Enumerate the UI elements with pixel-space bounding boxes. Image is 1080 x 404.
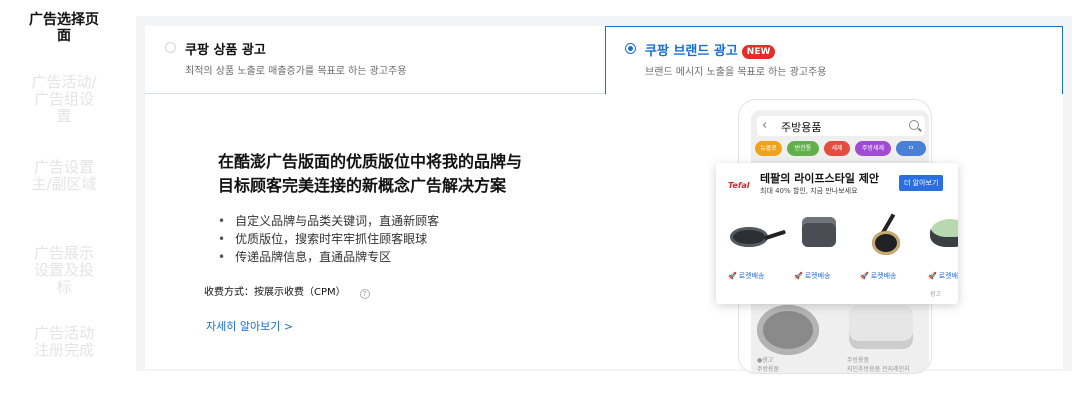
step-ad-setting-region: 广告设置主/副区域 [31,158,97,193]
phone-search-text: 주방용품 [781,121,822,134]
rocket-icon: 🚀 [928,272,937,280]
pot-set-image [802,217,836,247]
rocket-delivery-tag: 🚀로켓배송 [794,271,830,281]
category-chip: ㅁ [896,141,926,156]
feature-item: 优质版位，搜索时牢牢抓住顾客眼球 [218,230,439,248]
cookware-image [930,219,958,247]
brand-ad-title: 테팔의 라이프스타일 제안 [760,172,879,185]
help-icon[interactable]: ? [359,289,370,299]
rocket-delivery-tag: 🚀로켓배송 [860,271,896,281]
rocket-icon: 🚀 [794,272,803,280]
headline-line-1: 在酷澎广告版面的优质版位中将我的品牌与 [218,152,523,171]
tab-brand-title-text: 쿠팡 브랜드 광고 [645,44,738,59]
rocket-icon: 🚀 [860,272,869,280]
step-campaign-adgroup: 广告活动/广告组设置 [31,73,97,125]
product-image [757,305,819,355]
category-chip: 세제 [824,141,850,156]
headline-line-2: 目标顾客完美连接的新概念广告解决方案 [218,176,507,195]
phone-search-bar: ‹ 주방용품 [757,116,925,136]
category-chip: 뉴몰로 [755,141,782,156]
brand-more-button[interactable]: 더 알아보기 [899,175,944,191]
step-nav: 广告选择页面 广告活动/广告组设置 广告设置主/副区域 广告展示设置及投标 广告… [0,0,128,404]
rocket-delivery-tag: 🚀로켓배송 [728,271,764,281]
brand-ad-subtitle: 최대 40% 할인, 지금 만나보세요 [760,187,858,195]
new-badge: NEW [741,45,776,59]
product-image [856,209,914,269]
back-icon: ‹ [762,118,768,133]
brand-ad-preview: Tefal 테팔의 라이프스타일 제안 최대 40% 할인, 지금 만나보세요 … [716,163,958,304]
caption-line: 주방용품 [757,366,780,373]
category-chip: 주방세제 [855,141,891,156]
brand-logo: Tefal [728,181,750,190]
product-caption: 주방용품 지인추방용품 전지레인지 [847,356,910,373]
caption-line: 지인추방용품 전지레인지 [847,366,910,373]
search-icon [909,120,919,130]
feature-item: 自定义品牌与品类关键词，直通新顾客 [218,212,439,230]
rocket-delivery-label: 로켓배송 [938,272,958,280]
product-image [849,305,913,349]
product-image [726,209,787,269]
pan-handle [763,229,787,241]
rocket-delivery-tag: 🚀로켓배송 [928,271,958,281]
tab-brand-ads[interactable]: 쿠팡 브랜드 광고 NEW 브랜드 메시지 노출을 목표로 하는 광고주용 [605,26,1063,94]
tab-brand-title: 쿠팡 브랜드 광고 NEW [645,40,776,59]
ad-tag: 광고 [930,291,942,298]
step-ad-selection: 广告选择页面 [29,12,99,44]
product-image [790,209,848,269]
radio-brand-ads[interactable] [625,43,636,54]
tab-brand-subtitle: 브랜드 메시지 노출을 목표로 하는 광고주용 [645,67,827,78]
caption-line: 주방용품 [847,357,870,364]
caption-line: ●광고 [757,357,774,364]
fee-method-text: 收费方式：按展示收费（CPM） [204,287,346,298]
product-caption: ●광고 주방용품 [757,356,780,373]
headline: 在酷澎广告版面的优质版位中将我的品牌与 目标顾客完美连接的新概念广告解决方案 [218,150,522,198]
rocket-icon: 🚀 [728,272,737,280]
feature-item: 传递品牌信息，直通品牌专区 [218,248,439,266]
radio-product-ads[interactable] [165,42,176,53]
product-image [920,209,958,269]
tab-product-subtitle: 최적의 상품 노출로 매출증가를 목표로 하는 광고주용 [185,66,407,77]
step-registration-complete: 广告活动注册完成 [33,324,94,359]
frying-pan-image [872,231,900,255]
learn-more-link[interactable]: 자세히 알아보기 > [206,318,293,334]
category-chip: 반찬통 [787,141,819,156]
tab-product-ads[interactable]: 쿠팡 상품 광고 최적의 상품 노출로 매출증가를 목표로 하는 광고주용 [145,26,605,94]
rocket-delivery-label: 로켓배송 [804,272,831,280]
step-display-bidding: 广告展示设置及投标 [33,244,94,296]
fee-method: 收费方式：按展示收费（CPM）? [204,283,370,299]
feature-list: 自定义品牌与品类关键词，直通新顾客 优质版位，搜索时牢牢抓住顾客眼球 传递品牌信… [218,212,439,266]
rocket-delivery-label: 로켓배송 [870,272,897,280]
frying-pan-image [730,227,768,247]
tab-product-title: 쿠팡 상품 광고 [185,43,266,58]
rocket-delivery-label: 로켓배송 [738,272,765,280]
